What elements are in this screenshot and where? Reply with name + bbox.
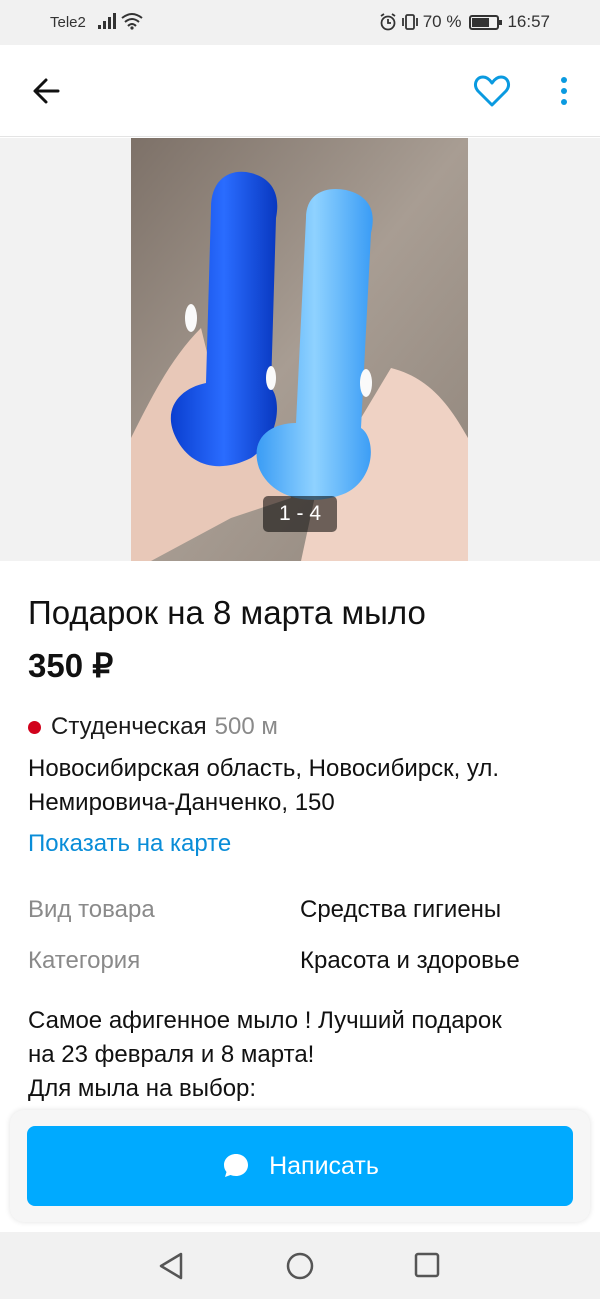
nav-recent-apps-icon[interactable] xyxy=(414,1252,440,1278)
metro-dot-icon xyxy=(28,720,41,734)
metro-location: Студенческая 500 м xyxy=(28,713,278,741)
description-line: Для мыла на выбор: xyxy=(28,1075,257,1102)
status-right: 70 % 16:57 xyxy=(379,12,550,32)
battery-icon xyxy=(469,14,503,30)
attribute-value: Красота и здоровье xyxy=(300,947,520,974)
vibrate-icon xyxy=(401,14,418,30)
metro-station: Студенческая xyxy=(51,713,207,740)
description-line: на 23 февраля и 8 марта! xyxy=(28,1041,315,1068)
favorite-heart-icon[interactable] xyxy=(472,71,512,111)
attribute-value: Средства гигиены xyxy=(300,896,502,923)
photo-gallery[interactable]: 1 - 4 xyxy=(0,138,600,561)
chat-bubble-icon xyxy=(224,1154,249,1177)
battery-level xyxy=(472,17,489,27)
photo-counter: 1 - 4 xyxy=(263,496,337,532)
attribute-key: Вид товара xyxy=(28,896,155,923)
action-panel: Написать xyxy=(10,1110,590,1222)
wifi-icon xyxy=(121,13,143,30)
app-bar xyxy=(0,45,600,137)
write-message-label: Написать xyxy=(269,1151,379,1180)
nav-home-icon[interactable] xyxy=(285,1251,315,1281)
clock: 16:57 xyxy=(507,12,550,31)
more-vertical-icon[interactable] xyxy=(552,71,576,111)
alarm-icon xyxy=(380,13,396,31)
status-bar: Tele2 70 % 16:57 xyxy=(0,0,600,45)
back-arrow-icon[interactable] xyxy=(28,71,68,111)
listing-title: Подарок на 8 марта мыло xyxy=(28,594,426,631)
metro-distance: 500 м xyxy=(214,713,278,740)
attribute-key: Категория xyxy=(28,947,141,974)
nav-back-icon[interactable] xyxy=(157,1251,185,1281)
show-on-map-link[interactable]: Показать на карте xyxy=(28,830,231,858)
description-line: Самое афигенное мыло ! Лучший подарок xyxy=(28,1007,502,1034)
write-message-button[interactable]: Написать xyxy=(27,1126,573,1206)
address: Новосибирская область, Новосибирск, ул. … xyxy=(28,755,500,816)
signal-icon xyxy=(98,13,116,29)
carrier-label: Tele2 xyxy=(50,14,86,31)
system-nav-bar xyxy=(0,1232,600,1299)
battery-percent: 70 % xyxy=(422,12,462,31)
listing-price: 350 ₽ xyxy=(28,647,114,684)
description: Самое афигенное мыло ! Лучший подарок на… xyxy=(28,1004,568,1106)
